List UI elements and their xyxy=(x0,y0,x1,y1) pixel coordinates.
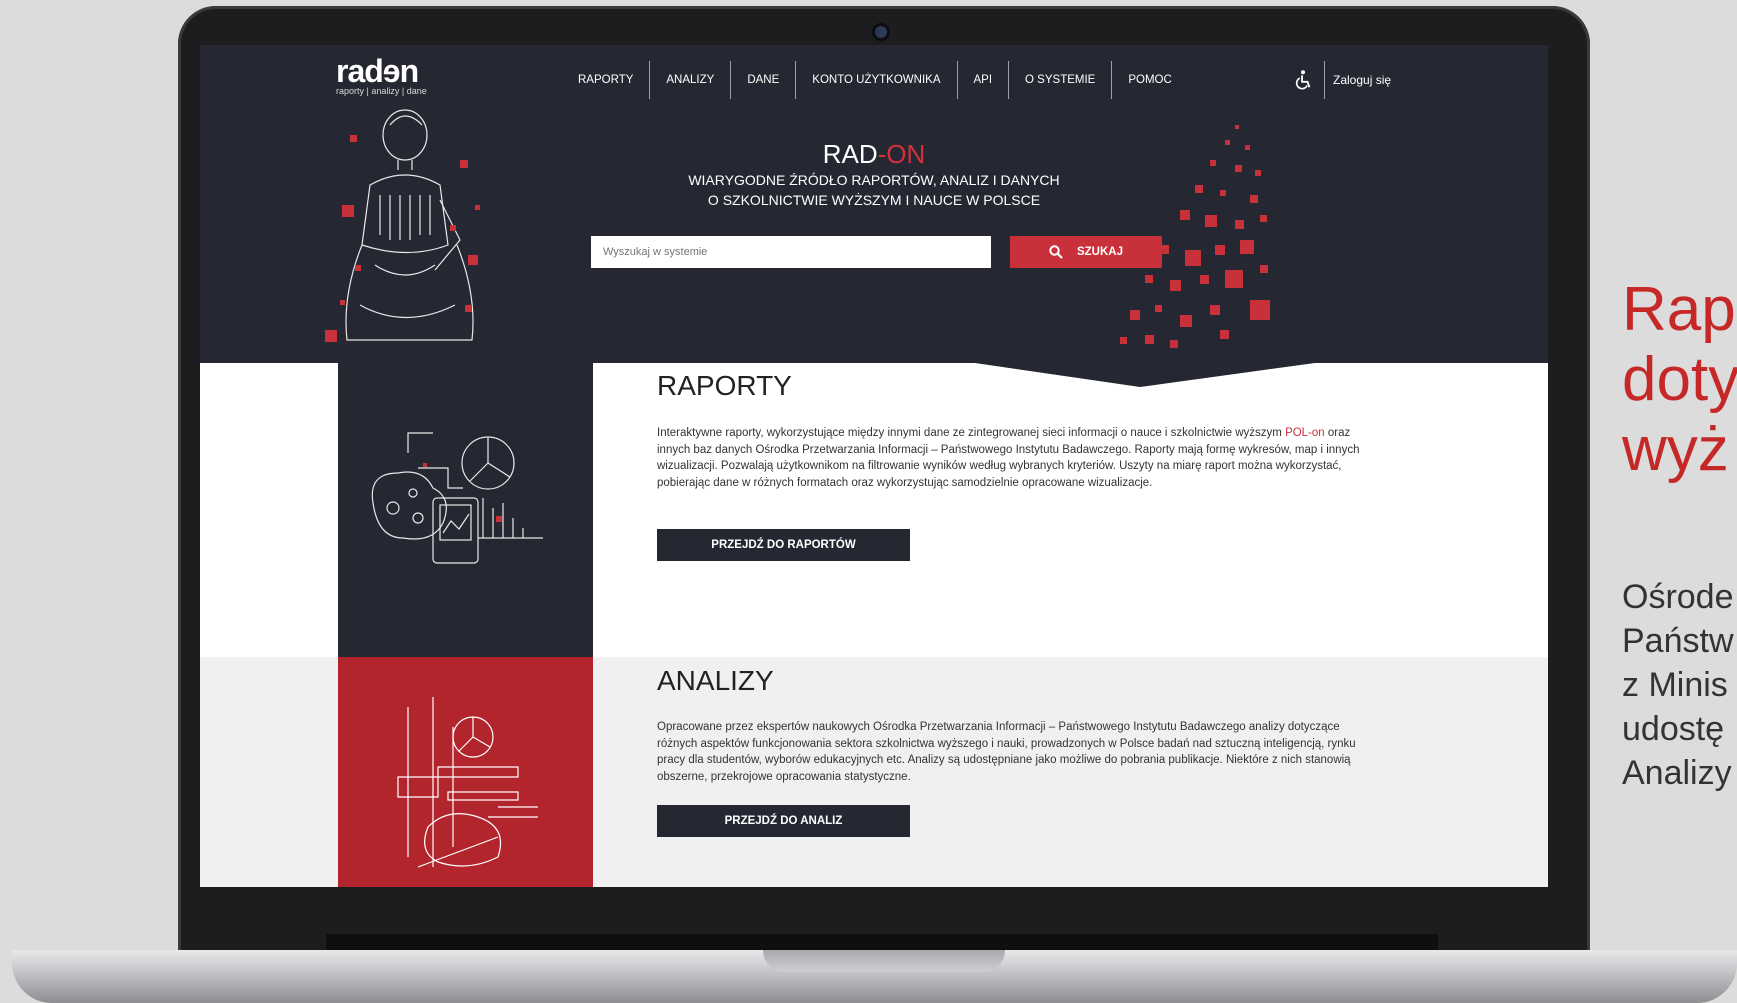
section-divider-notch xyxy=(975,363,1435,387)
logo-word-part1: rad xyxy=(336,53,384,89)
slide-text: Ośrode Państw z Minis udostę Analizy xyxy=(1622,575,1734,795)
slide-text-line: Państw xyxy=(1622,622,1734,660)
nav-item-o-systemie[interactable]: O SYSTEMIE xyxy=(1008,61,1111,99)
slide-text-line: z Minis xyxy=(1622,666,1728,704)
slide-title: Rap doty wyż xyxy=(1622,275,1737,485)
reports-title: RAPORTY xyxy=(657,370,792,401)
slide-text-line: Ośrode xyxy=(1622,578,1734,616)
slide-text-line: udostę xyxy=(1622,710,1725,748)
reports-illustration xyxy=(371,432,543,564)
logo-subtitle: raporty | analizy | dane xyxy=(336,86,427,96)
nav-item-dane[interactable]: DANE xyxy=(730,61,795,99)
nav-item-raporty[interactable]: RAPORTY xyxy=(562,61,649,99)
hero-title-on: -ON xyxy=(877,139,926,169)
search-icon xyxy=(1049,245,1063,259)
reports-text-part1: Interaktywne raporty, wykorzystujące mię… xyxy=(657,427,1286,439)
analyses-description: Opracowane przez ekspertów naukowych Ośr… xyxy=(657,721,1356,783)
hero-subtitle-line1: WIARYGODNE ŹRÓDŁO RAPORTÓW, ANALIZ I DAN… xyxy=(688,172,1060,188)
analyses-divider-notch xyxy=(975,635,1435,657)
slide-title-line: doty xyxy=(1622,345,1737,414)
nav-item-pomoc[interactable]: POMOC xyxy=(1111,61,1187,99)
nav-item-konto[interactable]: KONTO UŻYTKOWNIKA xyxy=(795,61,956,99)
webcam-icon xyxy=(875,26,887,38)
logo-word-part2: n xyxy=(399,53,420,89)
accessibility-icon[interactable] xyxy=(1292,69,1314,91)
search-button-label: SZUKAJ xyxy=(1076,246,1123,258)
radon-logo[interactable]: radɘn raporty | analizy | dane xyxy=(336,53,427,96)
analyses-title: ANALIZY xyxy=(657,665,774,696)
reports-illustration-panel xyxy=(338,363,593,657)
go-to-reports-button[interactable]: PRZEJDŹ DO RAPORTÓW xyxy=(657,529,910,561)
laptop-notch xyxy=(763,950,1005,972)
main-nav: RAPORTY ANALIZY DANE KONTO UŻYTKOWNIKA A… xyxy=(562,61,1188,99)
search-input[interactable] xyxy=(591,236,991,268)
go-to-analyses-button[interactable]: PRZEJDŹ DO ANALIZ xyxy=(657,805,910,837)
laptop-screen: radɘn raporty | analizy | dane RAPORTY A… xyxy=(200,45,1548,887)
nav-item-api[interactable]: API xyxy=(956,61,1009,99)
slide-title-line: Rap xyxy=(1622,275,1736,344)
analyses-illustration-panel xyxy=(338,657,593,887)
logo-word-glyph: ɘ xyxy=(382,53,401,89)
nav-item-analizy[interactable]: ANALIZY xyxy=(649,61,730,99)
login-area: Zaloguj się xyxy=(1292,61,1391,99)
slide-text-line: Analizy xyxy=(1622,754,1732,792)
nav-separator xyxy=(1324,61,1325,99)
analyses-illustration xyxy=(397,697,538,868)
slide-title-line: wyż xyxy=(1622,415,1729,484)
hero-title-rad: RAD xyxy=(822,139,878,169)
login-link[interactable]: Zaloguj się xyxy=(1333,73,1391,87)
reports-description: Interaktywne raporty, wykorzystujące mię… xyxy=(657,425,1367,491)
hero-title: RAD-ON xyxy=(200,139,1548,170)
pol-on-link[interactable]: POL-on xyxy=(1285,427,1325,439)
laptop-hinge xyxy=(326,934,1438,950)
search-button[interactable]: SZUKAJ xyxy=(1010,236,1162,268)
hero-subtitle: WIARYGODNE ŹRÓDŁO RAPORTÓW, ANALIZ I DAN… xyxy=(200,170,1548,210)
hero-subtitle-line2: O SZKOLNICTWIE WYŻSZYM I NAUCE W POLSCE xyxy=(707,192,1041,208)
